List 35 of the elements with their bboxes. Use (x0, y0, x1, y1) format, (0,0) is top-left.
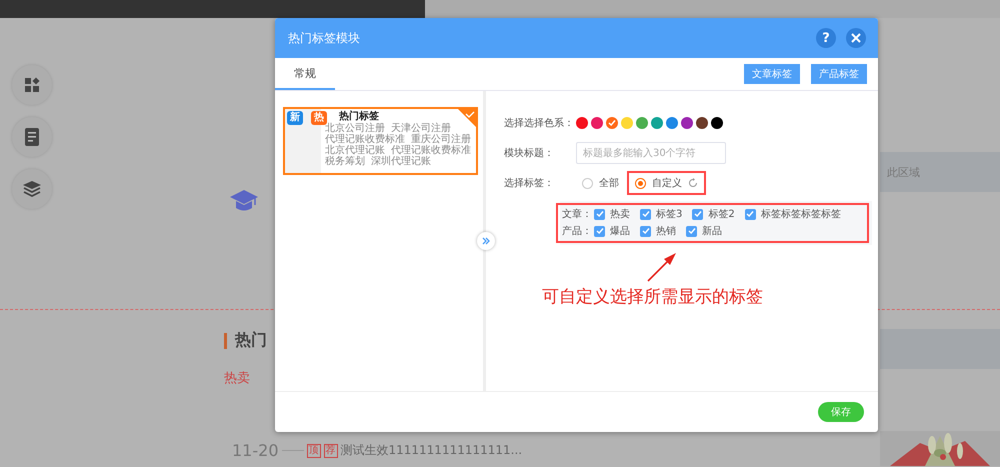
field-label: 选择选择色系： (504, 116, 575, 130)
field-label: 选择标签： (504, 176, 555, 190)
news-date: 11-20 (232, 441, 278, 460)
preview-badge: 热 (311, 111, 327, 125)
news-badge: 顶 (306, 444, 320, 458)
field-label: 模块标题： (504, 146, 555, 160)
preview-link: 代理记账收费标准 (325, 134, 405, 145)
group-label: 产品： (562, 224, 593, 238)
checkbox-label[interactable]: 热卖 (610, 207, 630, 221)
preview-link: 天津公司注册 (391, 123, 451, 134)
dialog-title: 热门标签模块 (288, 30, 361, 46)
preview-link: 税务筹划 (325, 156, 365, 167)
preview-badge: 新 (287, 111, 303, 125)
tab[interactable]: 常规 (275, 58, 335, 90)
section-heading: 热门 (235, 330, 267, 351)
group-label: 文章： (562, 208, 593, 221)
checkbox-label[interactable]: 标签3 (656, 207, 682, 221)
checkbox-label[interactable]: 热销 (656, 224, 676, 238)
template-card[interactable]: 新 热 热门标签 北京公司注册 天津公司注册 代理记账收费标准 重庆公司注册 北京代理记账 代理记账收费标准 税务筹划 深圳代理记账 (283, 107, 478, 175)
radio-label[interactable]: 自定义 (652, 176, 682, 190)
help-button[interactable]: ? (816, 28, 836, 48)
preview-link: 北京代理记账 (325, 145, 385, 156)
annotation-text: 可自定义选择所需显示的标签 (542, 286, 763, 308)
preview-link: 重庆公司注册 (411, 134, 471, 145)
preview-title: 热门标签 (339, 111, 379, 122)
checkbox-label[interactable]: 爆品 (610, 224, 630, 238)
preview-link: 深圳代理记账 (371, 156, 431, 167)
news-badge: 荐 (324, 444, 338, 458)
preview-link: 代理记账收费标准 (391, 145, 471, 156)
preview-link: 北京公司注册 (325, 123, 385, 134)
checkbox-label[interactable]: 标签2 (708, 207, 735, 221)
radio-label[interactable]: 全部 (599, 176, 619, 190)
title-input[interactable]: 标题最多能输入30个字符 (576, 142, 726, 164)
checkbox-label[interactable]: 标签标签标签标签 (760, 207, 841, 221)
checkbox-label[interactable]: 新品 (702, 224, 722, 238)
